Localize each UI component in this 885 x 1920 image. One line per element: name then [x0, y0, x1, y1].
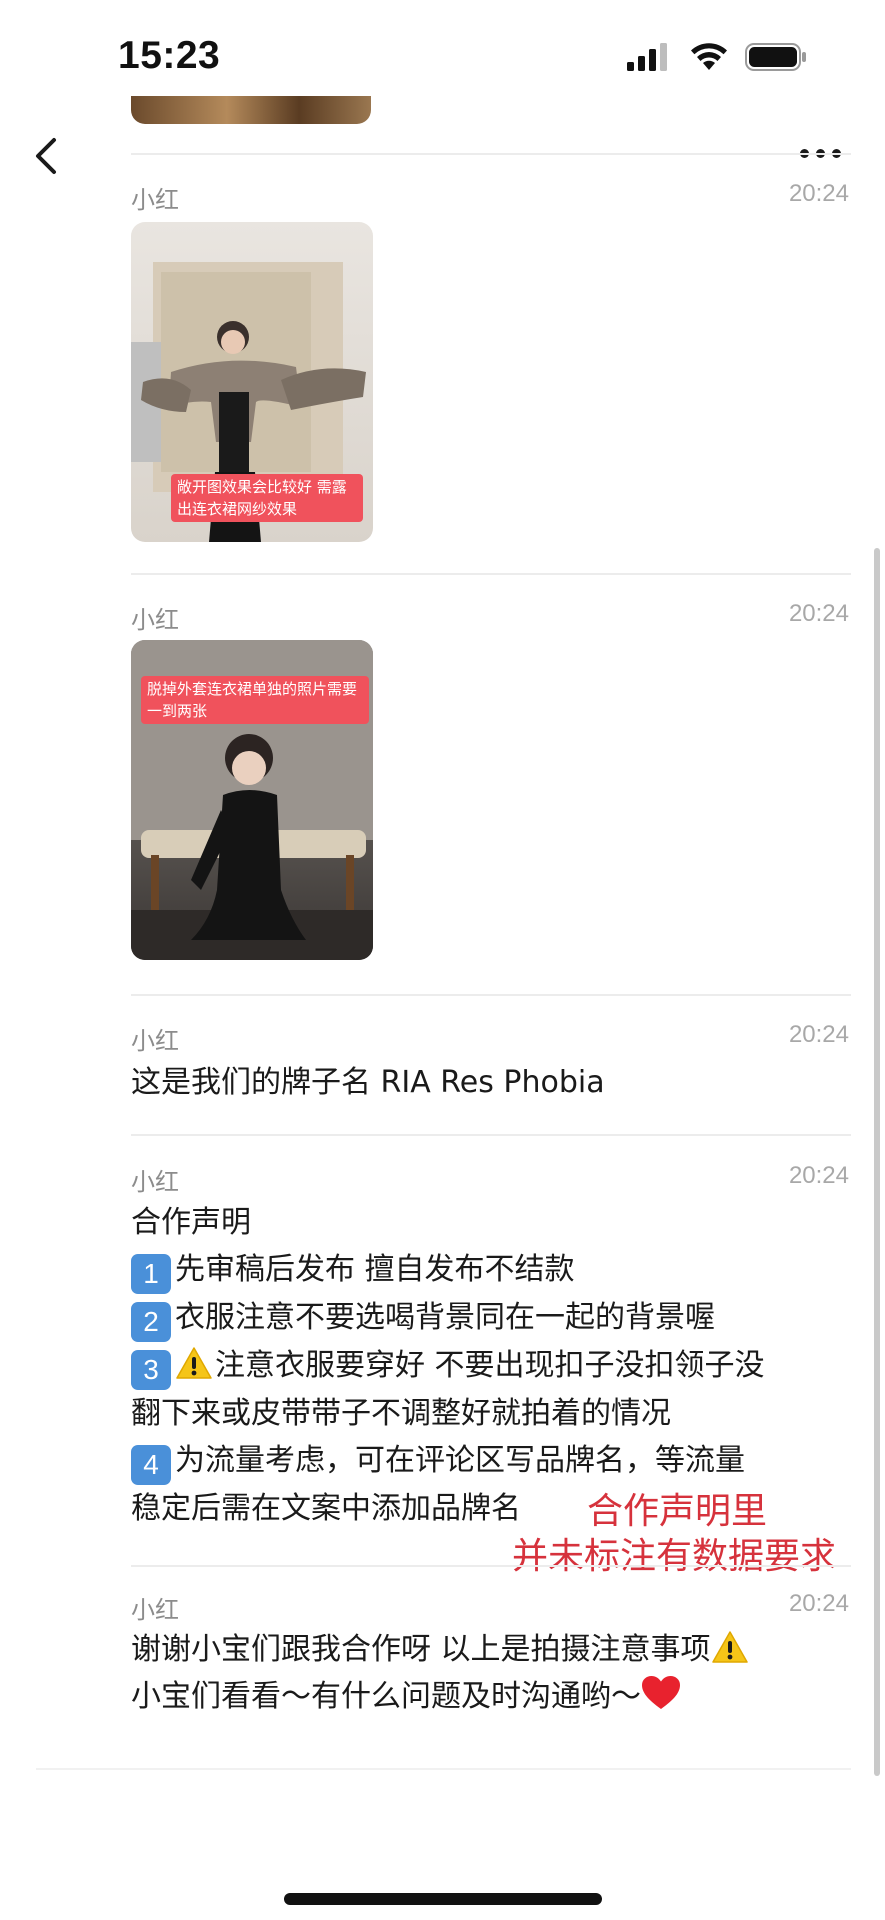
- message-line: 这是我们的牌子名 RIA Res Phobia: [131, 1065, 605, 1100]
- annotation-line-1: 合作声明里: [587, 1491, 768, 1532]
- cellular-signal-icon: [627, 43, 667, 71]
- message-divider: [131, 1565, 851, 1567]
- image-caption: 敞开图效果会比较好 需露出连衣裙网纱效果: [171, 474, 363, 522]
- message-time: 20:24: [788, 1590, 849, 1617]
- message-divider: [131, 153, 851, 155]
- battery-icon: [745, 43, 806, 71]
- message-sender: 小红: [131, 1596, 179, 1624]
- bottom-divider: [36, 1768, 851, 1770]
- warning-icon: [711, 1631, 748, 1663]
- message-time: 20:24: [788, 180, 849, 207]
- message-text[interactable]: 这是我们的牌子名 RIA Res Phobia: [131, 1059, 851, 1106]
- status-icons: [627, 42, 807, 72]
- status-bar: 15:23: [0, 0, 885, 110]
- heart-icon: [642, 1676, 680, 1709]
- message-text[interactable]: 合作声明 1 先审稿后发布 擅自发布不结款 2 衣服注意不要选喝背景同在一起的背景喔…: [131, 1199, 851, 1532]
- number-1-badge-icon: 1: [131, 1254, 171, 1294]
- message-line: 小宝们看看～有什么问题及时沟通哟～: [131, 1679, 641, 1714]
- message-sender: 小红: [131, 186, 179, 214]
- image-caption: 脱掉外套连衣裙单独的照片需要一到两张: [141, 676, 369, 724]
- message-line: 衣服注意不要选喝背景同在一起的背景喔: [175, 1300, 715, 1335]
- message-line: 合作声明: [131, 1205, 251, 1240]
- annotation-line-2: 并未标注有数据要求: [512, 1536, 837, 1577]
- message-line: 注意衣服要穿好 不要出现扣子没扣领子没: [215, 1348, 765, 1383]
- chevron-left-icon: [36, 138, 56, 174]
- message-line: 翻下来或皮带带子不调整好就拍着的情况: [131, 1396, 671, 1431]
- status-time: 15:23: [118, 34, 221, 77]
- message-line: 谢谢小宝们跟我合作呀 以上是拍摄注意事项: [131, 1632, 711, 1667]
- message-divider: [131, 994, 851, 996]
- previous-image-thumbnail[interactable]: [131, 96, 371, 124]
- home-indicator[interactable]: [284, 1893, 602, 1905]
- message-image[interactable]: 敞开图效果会比较好 需露出连衣裙网纱效果: [131, 222, 373, 542]
- message-line: 先审稿后发布 擅自发布不结款: [175, 1252, 575, 1287]
- message-sender: 小红: [131, 606, 179, 634]
- message-divider: [131, 573, 851, 575]
- message-time: 20:24: [788, 1021, 849, 1048]
- number-4-badge-icon: 4: [131, 1445, 171, 1485]
- message-time: 20:24: [788, 1162, 849, 1189]
- back-button[interactable]: [28, 134, 68, 178]
- message-sender: 小红: [131, 1168, 179, 1196]
- message-sender: 小红: [131, 1027, 179, 1055]
- wifi-icon: [691, 43, 727, 70]
- message-line: 为流量考虑，可在评论区写品牌名，等流量: [175, 1443, 745, 1478]
- number-3-badge-icon: 3: [131, 1350, 171, 1390]
- message-image[interactable]: 脱掉外套连衣裙单独的照片需要一到两张: [131, 640, 373, 960]
- message-divider: [131, 1134, 851, 1136]
- message-text[interactable]: 谢谢小宝们跟我合作呀 以上是拍摄注意事项 小宝们看看～有什么问题及时沟通哟～: [131, 1626, 851, 1720]
- warning-icon: [176, 1347, 212, 1379]
- number-2-badge-icon: 2: [131, 1302, 171, 1342]
- message-time: 20:24: [788, 600, 849, 627]
- scrollbar[interactable]: [874, 548, 880, 1776]
